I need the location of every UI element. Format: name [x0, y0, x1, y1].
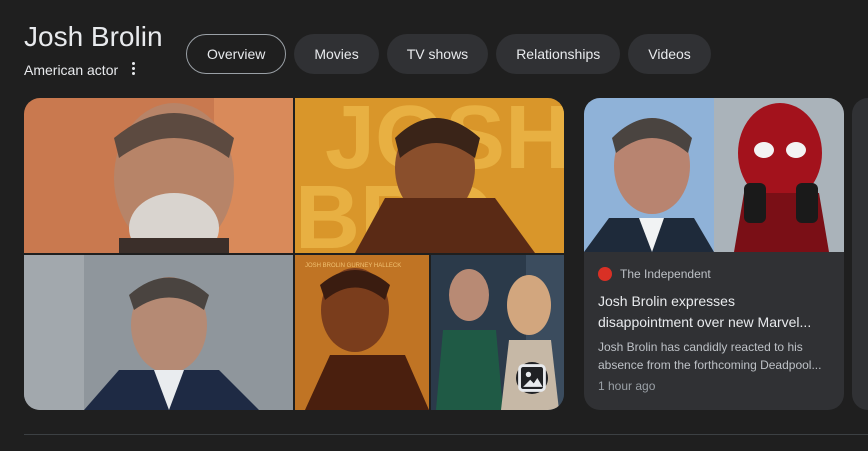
gallery-image-5[interactable]	[431, 255, 564, 410]
tab-overview[interactable]: Overview	[186, 34, 287, 74]
news-timestamp: 1 hour ago	[598, 379, 656, 393]
news-card[interactable]: The Independent Josh Brolin expresses di…	[584, 98, 844, 410]
section-divider	[24, 434, 868, 435]
more-vert-icon[interactable]	[127, 60, 139, 78]
image-icon[interactable]	[516, 362, 548, 394]
svg-text:JOSH BROLIN GURNEY HALLECK: JOSH BROLIN GURNEY HALLECK	[305, 263, 401, 269]
news-thumbnail	[584, 98, 844, 252]
independent-logo-icon	[598, 267, 612, 281]
image-gallery: JOSH BRO JOSH BROLIN GURNEY HALLECK	[24, 98, 564, 410]
tab-movies[interactable]: Movies	[294, 34, 379, 74]
gallery-image-2[interactable]: JOSH BRO	[295, 98, 564, 253]
tab-bar: Overview Movies TV shows Relationships V…	[186, 34, 711, 74]
tab-videos[interactable]: Videos	[628, 34, 711, 74]
next-news-card[interactable]	[852, 98, 868, 410]
gallery-image-3[interactable]	[24, 255, 293, 410]
news-snippet: Josh Brolin has candidly reacted to his …	[598, 340, 822, 372]
entity-description: American actor	[24, 62, 119, 78]
tab-tv-shows[interactable]: TV shows	[386, 34, 489, 74]
gallery-image-1[interactable]	[24, 98, 293, 253]
tab-relationships[interactable]: Relationships	[496, 34, 621, 74]
news-source: The Independent	[620, 267, 711, 281]
news-title[interactable]: Josh Brolin expresses disappointment ove…	[598, 291, 830, 333]
entity-title: Josh Brolin	[24, 21, 163, 52]
gallery-image-4[interactable]: JOSH BROLIN GURNEY HALLECK	[295, 255, 429, 410]
